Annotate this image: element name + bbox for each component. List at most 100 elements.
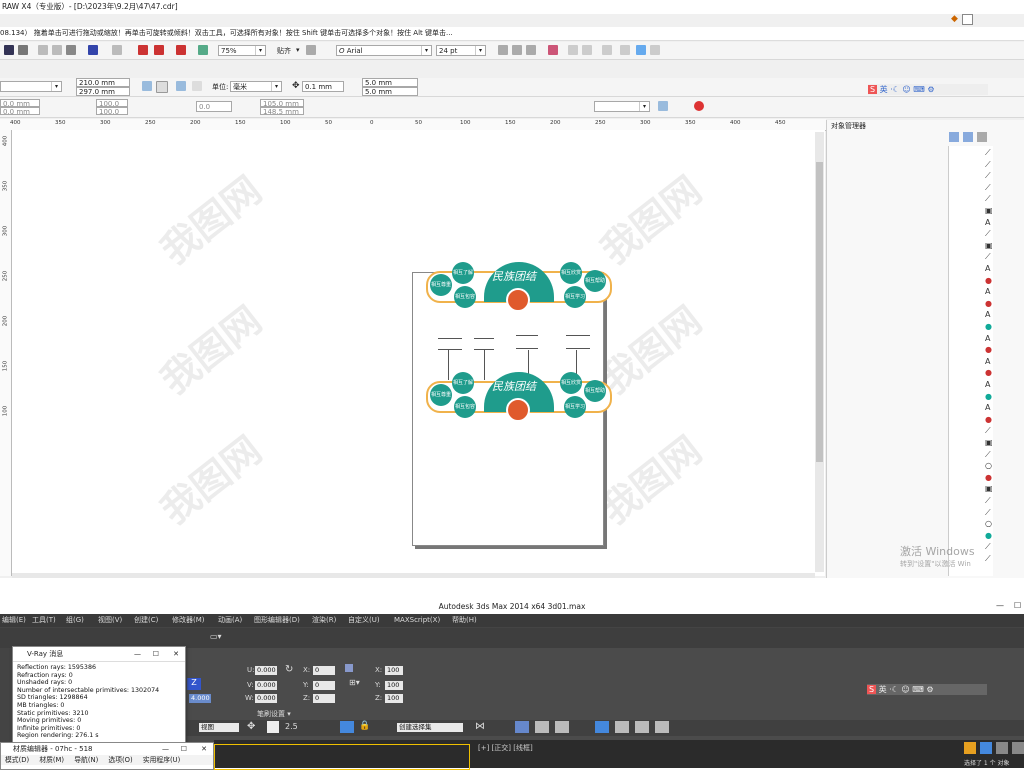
- dropcap-icon[interactable]: [582, 45, 592, 55]
- rotate-icon[interactable]: ↻: [285, 664, 293, 675]
- bullet-icon[interactable]: [568, 45, 578, 55]
- menu-modifiers[interactable]: 修改器(M): [172, 614, 205, 627]
- object-tree-item-icon[interactable]: ⟋: [985, 194, 991, 204]
- object-tree-item-icon[interactable]: ○: [985, 461, 992, 470]
- font-name-combo[interactable]: O Arial ▾: [336, 45, 432, 56]
- center-x-field[interactable]: 105.0 mm: [260, 99, 304, 108]
- rotation-field[interactable]: 0.0: [196, 101, 232, 112]
- text-block[interactable]: [516, 335, 538, 349]
- landscape-icon[interactable]: [156, 81, 168, 93]
- menu-rendering[interactable]: 渲染(R): [312, 614, 336, 627]
- ime-mode[interactable]: 英: [880, 85, 888, 94]
- welcome-icon[interactable]: [198, 45, 208, 55]
- nudge-field[interactable]: 0.1 mm: [302, 81, 344, 92]
- redo-icon[interactable]: [112, 45, 122, 55]
- object-properties-icon[interactable]: [963, 132, 973, 142]
- menu-navigation[interactable]: 导航(N): [74, 756, 98, 764]
- object-tree-item-icon[interactable]: ●: [985, 415, 992, 424]
- display-icon[interactable]: ▭▾: [210, 632, 222, 641]
- vray-messages-window[interactable]: V-Ray 消息 — ☐ ✕ Reflection rays: 1595386 R…: [12, 646, 186, 744]
- copy-icon[interactable]: [52, 45, 62, 55]
- design-panel-top[interactable]: 民族团结 相互了解 相互尊重 相互包容 相互欣赏 相互帮助 相互学习: [424, 262, 612, 314]
- lock-icon[interactable]: [345, 664, 353, 672]
- chevron-down-icon[interactable]: ▾: [296, 46, 300, 54]
- minimize-icon[interactable]: —: [134, 647, 141, 661]
- vertical-text-icon[interactable]: [650, 45, 660, 55]
- z-axis-icon[interactable]: Z: [187, 678, 201, 690]
- snap-label[interactable]: 贴齐: [277, 46, 291, 56]
- transform-icon[interactable]: ⊞▾: [349, 678, 360, 687]
- material-editor-window[interactable]: 材质编辑器 - 07hc - 518 — ☐ ✕ 模式(D) 材质(M) 导航(…: [0, 742, 214, 770]
- spinner-snap-icon[interactable]: 🔒: [359, 721, 370, 731]
- x-position-field[interactable]: 0.0 mm: [0, 99, 40, 108]
- menu-modes[interactable]: 模式(D): [5, 756, 29, 764]
- object-tree-item-icon[interactable]: A: [985, 218, 990, 227]
- underline-icon[interactable]: [526, 45, 536, 55]
- bold-icon[interactable]: [498, 45, 508, 55]
- curve-editor-icon[interactable]: [535, 721, 549, 733]
- paste-icon[interactable]: [66, 45, 76, 55]
- object-tree-item-icon[interactable]: A: [985, 403, 990, 412]
- sun-icon[interactable]: [964, 742, 976, 754]
- object-tree-item-icon[interactable]: ●: [985, 473, 992, 482]
- text-block[interactable]: [566, 335, 590, 349]
- page-height-field[interactable]: 297.0 mm: [76, 87, 130, 96]
- scale-x-field[interactable]: 100.0: [96, 99, 128, 108]
- render-frame-icon[interactable]: [635, 721, 649, 733]
- close-icon[interactable]: ✕: [173, 647, 179, 661]
- object-tree-item-icon[interactable]: A: [985, 264, 990, 273]
- object-tree-item-icon[interactable]: ▣: [985, 206, 993, 215]
- current-page-icon[interactable]: [192, 81, 202, 91]
- object-tree-item-icon[interactable]: ⟋: [985, 450, 991, 460]
- u-field[interactable]: 0.000: [255, 666, 277, 675]
- reference-coord-combo[interactable]: 视图: [199, 723, 239, 732]
- object-tree-item-icon[interactable]: ●: [985, 276, 992, 285]
- options-icon[interactable]: [306, 45, 316, 55]
- object-tree-item-icon[interactable]: ⟋: [985, 160, 991, 170]
- align-icon[interactable]: [548, 45, 558, 55]
- character-format-icon[interactable]: [602, 45, 612, 55]
- menu-edit[interactable]: 编辑(E): [2, 614, 26, 627]
- edit-text-icon[interactable]: [620, 45, 630, 55]
- layer-manager-icon[interactable]: [949, 132, 959, 142]
- object-tree-item-icon[interactable]: ⟋: [985, 229, 991, 239]
- center-y-field[interactable]: 148.5 mm: [260, 107, 304, 116]
- scale-y-field[interactable]: 100.0: [96, 107, 128, 116]
- scale-z-field[interactable]: 100: [385, 694, 403, 703]
- maximize-icon[interactable]: ☐: [1014, 601, 1021, 610]
- design-panel-bottom[interactable]: 民族团结 相互了解 相互尊重 相互包容 相互欣赏 相互帮助 相互学习: [424, 372, 612, 424]
- save-icon[interactable]: [4, 45, 14, 55]
- application-launcher-icon[interactable]: [176, 45, 186, 55]
- object-tree-item-icon[interactable]: ▣: [985, 241, 993, 250]
- brush-settings[interactable]: 笔刷设置 ▾: [257, 709, 291, 719]
- object-tree-item-icon[interactable]: ▣: [985, 484, 993, 493]
- edit-across-layers-icon[interactable]: [977, 132, 987, 142]
- menu-maxscript[interactable]: MAXScript(X): [394, 614, 440, 627]
- schematic-icon[interactable]: [555, 721, 569, 733]
- ime-mode[interactable]: 英: [879, 685, 887, 694]
- sogou-icon[interactable]: S: [868, 85, 878, 94]
- percent-snap-icon[interactable]: [340, 721, 354, 733]
- print-icon[interactable]: [18, 45, 28, 55]
- z-field[interactable]: 0: [313, 694, 335, 703]
- object-tree-item-icon[interactable]: ●: [985, 299, 992, 308]
- move-icon[interactable]: ✥: [247, 721, 255, 732]
- object-tree-item-icon[interactable]: ●: [985, 368, 992, 377]
- undo-icon[interactable]: [88, 45, 98, 55]
- menu-views[interactable]: 视图(V): [98, 614, 122, 627]
- menu-customize[interactable]: 自定义(U): [348, 614, 380, 627]
- paper-type-combo[interactable]: ▾: [0, 81, 62, 92]
- object-tree[interactable]: ⟋ ⟋ ⟋ ⟋ ⟋ ▣ A ⟋ ▣ ⟋ A ● A ● A ● A ● A ● A ● A ● ⟋ ▣ ⟋ ○ ● ▣ ⟋ ⟋ ○ ● ⟋ ⟋: [948, 146, 993, 576]
- spinner-field[interactable]: 4.000: [189, 694, 211, 703]
- color-wheel-icon[interactable]: [694, 101, 704, 111]
- render-setup-icon[interactable]: [615, 721, 629, 733]
- duplicate-x-field[interactable]: 5.0 mm: [362, 78, 418, 87]
- object-tree-item-icon[interactable]: ⟋: [985, 426, 991, 436]
- y-field[interactable]: 0: [313, 681, 335, 690]
- object-tree-item-icon[interactable]: A: [985, 287, 990, 296]
- export-icon[interactable]: [154, 45, 164, 55]
- object-tree-item-icon[interactable]: ⟋: [985, 554, 991, 564]
- fill-icon[interactable]: ◆: [951, 14, 960, 24]
- sogou-icon[interactable]: S: [867, 685, 877, 694]
- menu-utilities[interactable]: 实用程序(U): [143, 756, 180, 764]
